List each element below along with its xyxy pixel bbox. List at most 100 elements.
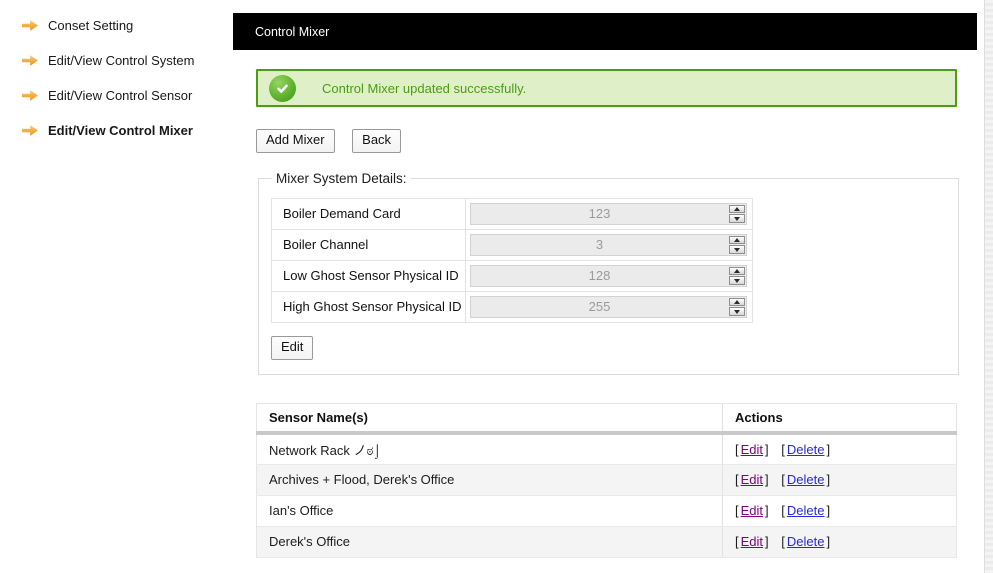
actions-header: Actions [722, 403, 957, 436]
edit-button[interactable]: Edit [271, 335, 314, 360]
page-title-bar: Control Mixer [233, 13, 977, 50]
up-arrow-icon [734, 269, 740, 274]
bracket: ] [765, 472, 769, 488]
mixer-details-form: Boiler Demand Card Bo [271, 197, 753, 323]
bracket: ] [765, 442, 769, 458]
sensor-table: Sensor Name(s) Actions Network Rack ノಠ⌡ … [256, 402, 957, 558]
field-label: Boiler Demand Card [271, 197, 466, 230]
delete-link[interactable]: Delete [787, 503, 825, 518]
high-ghost-sensor-id-spinner [470, 295, 747, 318]
field-label: Low Ghost Sensor Physical ID [271, 259, 466, 292]
spinner-buttons [728, 235, 746, 255]
down-arrow-icon [734, 216, 740, 221]
page-title: Control Mixer [255, 24, 330, 39]
spin-up-button[interactable] [729, 266, 745, 276]
sensor-name-cell: Archives + Flood, Derek's Office [256, 464, 723, 496]
up-arrow-icon [734, 238, 740, 243]
spin-down-button[interactable] [729, 214, 745, 223]
spin-down-button[interactable] [729, 245, 745, 254]
boiler-channel-spinner [470, 233, 747, 256]
spin-down-button[interactable] [729, 276, 745, 285]
table-header-row: Sensor Name(s) Actions [256, 403, 957, 436]
field-label: High Ghost Sensor Physical ID [271, 290, 466, 323]
table-row: Archives + Flood, Derek's Office [Edit] … [256, 464, 957, 496]
bracket: [ [781, 472, 785, 488]
spinner-buttons [728, 204, 746, 224]
sidebar-item-conset-setting[interactable]: Conset Setting [0, 8, 233, 43]
delete-link[interactable]: Delete [787, 472, 825, 487]
bracket: [ [781, 503, 785, 519]
delete-link[interactable]: Delete [787, 534, 825, 549]
sidebar-item-control-mixer[interactable]: Edit/View Control Mixer [0, 113, 233, 148]
spin-down-button[interactable] [729, 307, 745, 316]
bracket: ] [826, 534, 831, 550]
success-alert: Control Mixer updated successfully. [256, 69, 957, 107]
low-ghost-sensor-id-input[interactable] [471, 265, 728, 286]
actions-cell: [Edit] [Delete] [722, 526, 957, 558]
up-arrow-icon [734, 300, 740, 305]
delete-link[interactable]: Delete [787, 442, 825, 457]
table-row: Derek's Office [Edit] [Delete] [256, 526, 957, 558]
check-circle-icon [269, 74, 296, 102]
sidebar-item-label: Conset Setting [48, 18, 134, 33]
spinner-buttons [728, 297, 746, 317]
up-arrow-icon [734, 207, 740, 212]
boiler-channel-input[interactable] [471, 234, 728, 255]
vertical-scrollbar[interactable] [984, 0, 993, 573]
boiler-demand-card-spinner [470, 202, 747, 225]
actions-cell: [Edit] [Delete] [722, 464, 957, 496]
bracket: [ [735, 472, 739, 488]
orange-arrow-icon [22, 55, 38, 66]
spin-up-button[interactable] [729, 297, 745, 307]
boiler-demand-card-input[interactable] [471, 203, 728, 224]
sidebar-item-control-sensor[interactable]: Edit/View Control Sensor [0, 78, 233, 113]
bracket: [ [781, 534, 785, 550]
success-message: Control Mixer updated successfully. [322, 80, 527, 96]
bracket: ] [765, 534, 769, 550]
bracket: ] [826, 472, 831, 488]
table-row: Ian's Office [Edit] [Delete] [256, 495, 957, 527]
spinner-buttons [728, 266, 746, 286]
edit-link[interactable]: Edit [741, 472, 763, 487]
sensor-name-cell: Ian's Office [256, 495, 723, 527]
sidebar-item-control-system[interactable]: Edit/View Control System [0, 43, 233, 78]
field-label: Boiler Channel [271, 228, 466, 261]
down-arrow-icon [734, 309, 740, 314]
down-arrow-icon [734, 278, 740, 283]
bracket: [ [781, 442, 785, 458]
sensor-name-cell: Derek's Office [256, 526, 723, 558]
form-row: Low Ghost Sensor Physical ID [271, 259, 753, 292]
form-row: Boiler Demand Card [271, 197, 753, 230]
down-arrow-icon [734, 247, 740, 252]
actions-cell: [Edit] [Delete] [722, 433, 957, 465]
bracket: ] [826, 442, 831, 458]
table-row: Network Rack ノಠ⌡ [Edit] [Delete] [256, 433, 957, 465]
high-ghost-sensor-id-input[interactable] [471, 296, 728, 317]
edit-link[interactable]: Edit [741, 442, 763, 457]
back-button[interactable]: Back [352, 129, 402, 153]
sidebar-item-label: Edit/View Control Mixer [48, 123, 193, 138]
add-mixer-button[interactable]: Add Mixer [256, 129, 335, 153]
fieldset-legend: Mixer System Details: [276, 170, 407, 186]
bracket: ] [765, 503, 769, 519]
mixer-system-details-fieldset: Mixer System Details: Boiler Demand Card [258, 170, 959, 375]
toolbar: Add Mixer Back [256, 129, 957, 153]
actions-cell: [Edit] [Delete] [722, 495, 957, 527]
sensor-name-header: Sensor Name(s) [256, 403, 723, 436]
bracket: [ [735, 442, 739, 458]
sidebar-item-label: Edit/View Control System [48, 53, 195, 68]
bracket: [ [735, 534, 739, 550]
edit-link[interactable]: Edit [741, 534, 763, 549]
orange-arrow-icon [22, 90, 38, 101]
main-panel: Control Mixer Control Mixer updated succ… [233, 0, 977, 573]
form-row: Boiler Channel [271, 228, 753, 261]
sidebar-item-label: Edit/View Control Sensor [48, 88, 193, 103]
low-ghost-sensor-id-spinner [470, 264, 747, 287]
sensor-name-cell: Network Rack ノಠ⌡ [256, 433, 723, 465]
orange-arrow-icon [22, 20, 38, 31]
spin-up-button[interactable] [729, 204, 745, 214]
sidebar: Conset Setting Edit/View Control System … [0, 0, 233, 573]
spin-up-button[interactable] [729, 235, 745, 245]
edit-link[interactable]: Edit [741, 503, 763, 518]
orange-arrow-icon [22, 125, 38, 136]
